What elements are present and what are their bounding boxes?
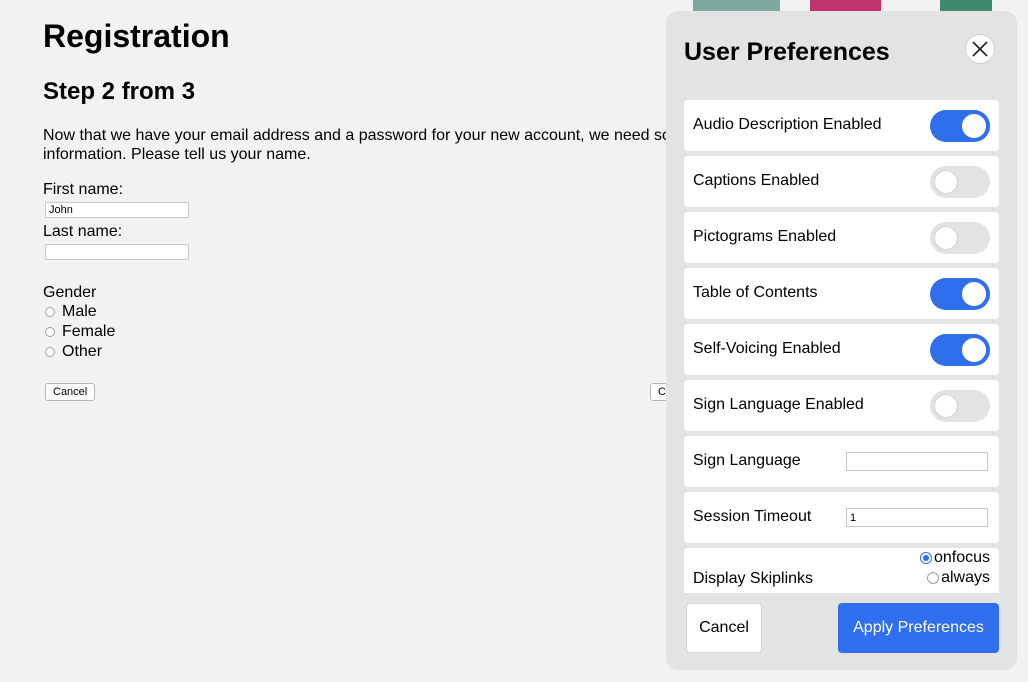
pref-label: Session Timeout: [693, 508, 812, 525]
radio-onfocus[interactable]: [919, 552, 932, 564]
pref-sign-language-enabled: Sign Language Enabled: [684, 380, 999, 431]
radio-male[interactable]: [45, 307, 55, 317]
skiplinks-option-onfocus[interactable]: onfocus: [919, 549, 990, 567]
gender-option-label: Other: [62, 343, 103, 360]
pref-audio-description: Audio Description Enabled: [684, 100, 999, 151]
intro-line-1: Now that we have your email address and …: [43, 127, 671, 144]
background-strip: [693, 0, 780, 11]
pref-label: Sign Language Enabled: [693, 396, 864, 413]
self-voicing-toggle[interactable]: [930, 334, 990, 366]
radio-other[interactable]: [45, 347, 55, 357]
pref-captions: Captions Enabled: [684, 156, 999, 207]
toggle-knob: [962, 114, 986, 138]
toggle-knob: [962, 338, 986, 362]
gender-label: Gender: [43, 284, 97, 301]
registration-cancel-button[interactable]: Cancel: [45, 383, 96, 401]
audio-description-toggle[interactable]: [930, 110, 990, 142]
last-name-input[interactable]: [45, 244, 189, 260]
intro-line-2: information. Please tell us your name.: [43, 146, 311, 163]
pref-label: Table of Contents: [693, 284, 818, 301]
gender-option-female[interactable]: Female: [45, 323, 115, 341]
skiplinks-option-label: always: [941, 569, 990, 586]
preferences-list[interactable]: Audio Description Enabled Captions Enabl…: [684, 100, 999, 593]
skiplinks-option-always[interactable]: always: [927, 569, 990, 587]
pref-label: Sign Language: [693, 452, 801, 469]
table-of-contents-toggle[interactable]: [930, 278, 990, 310]
toggle-knob: [962, 282, 986, 306]
sign-language-toggle[interactable]: [930, 390, 990, 422]
apply-preferences-button[interactable]: Apply Preferences: [838, 603, 999, 653]
session-timeout-input[interactable]: [846, 508, 988, 527]
background-strip: [940, 0, 992, 11]
first-name-input[interactable]: [45, 202, 189, 218]
gender-option-other[interactable]: Other: [45, 343, 102, 361]
user-preferences-panel: User Preferences Audio Description Enabl…: [666, 11, 1017, 670]
pref-label: Audio Description Enabled: [693, 116, 882, 133]
sign-language-input[interactable]: [846, 452, 988, 471]
pref-label: Self-Voicing Enabled: [693, 340, 841, 357]
captions-toggle[interactable]: [930, 166, 990, 198]
last-name-label: Last name:: [43, 223, 123, 240]
close-button[interactable]: [965, 34, 995, 64]
panel-title: User Preferences: [684, 38, 890, 66]
radio-female[interactable]: [45, 327, 55, 337]
close-icon: [972, 41, 988, 57]
pref-label: Pictograms Enabled: [693, 228, 837, 245]
pref-table-of-contents: Table of Contents: [684, 268, 999, 319]
pref-display-skiplinks: Display Skiplinks onfocus always: [684, 548, 999, 593]
pref-label: Captions Enabled: [693, 172, 820, 189]
pref-sign-language: Sign Language: [684, 436, 999, 487]
pref-pictograms: Pictograms Enabled: [684, 212, 999, 263]
toggle-knob: [934, 170, 958, 194]
step-heading: Step 2 from 3: [43, 78, 196, 105]
toggle-knob: [934, 226, 958, 250]
intro-text: Now that we have your email address and …: [43, 126, 683, 164]
gender-option-label: Female: [62, 323, 116, 340]
gender-option-male[interactable]: Male: [45, 303, 97, 321]
page-title: Registration: [43, 18, 230, 54]
pref-label: Display Skiplinks: [693, 570, 814, 587]
skiplinks-option-label: onfocus: [933, 549, 990, 566]
preferences-cancel-button[interactable]: Cancel: [686, 603, 762, 653]
toggle-knob: [934, 394, 958, 418]
background-strip: [810, 0, 881, 11]
pref-self-voicing: Self-Voicing Enabled: [684, 324, 999, 375]
first-name-label: First name:: [43, 181, 124, 198]
gender-option-label: Male: [62, 303, 97, 320]
pref-session-timeout: Session Timeout: [684, 492, 999, 543]
radio-always[interactable]: [927, 572, 940, 584]
pictograms-toggle[interactable]: [930, 222, 990, 254]
